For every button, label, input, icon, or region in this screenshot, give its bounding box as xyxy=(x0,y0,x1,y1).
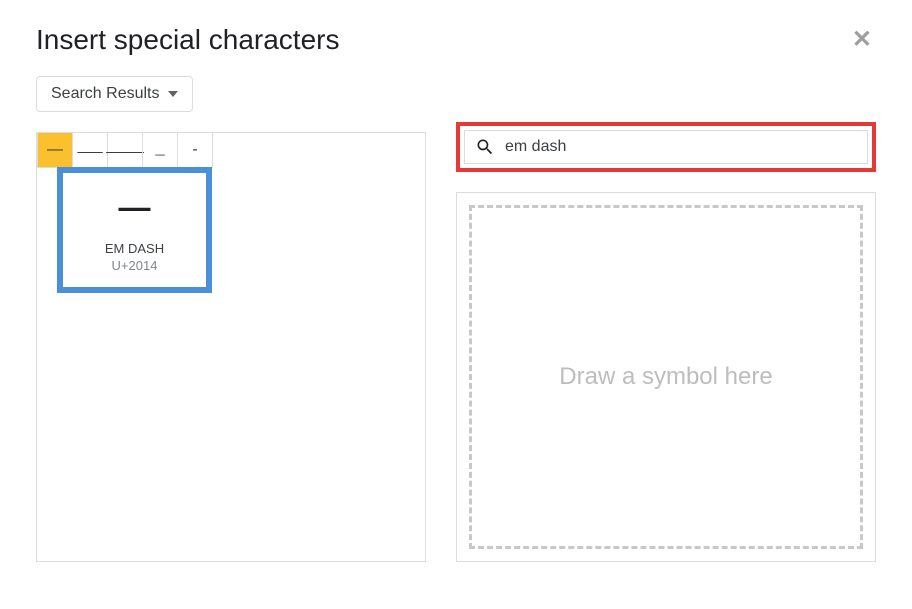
char-cell-hyphen[interactable]: - xyxy=(177,132,213,168)
preview-glyph: — xyxy=(73,191,196,223)
chevron-down-icon xyxy=(168,91,178,97)
char-cell-two-em-dash[interactable]: ⸺ xyxy=(72,132,108,168)
right-panel: Draw a symbol here xyxy=(456,132,876,562)
search-highlight-box xyxy=(456,122,876,172)
dialog-title: Insert special characters xyxy=(36,24,339,56)
results-row: — ⸺ ⸻ ﹘ - xyxy=(37,133,425,168)
draw-panel: Draw a symbol here xyxy=(456,192,876,562)
preview-unicode-code: U+2014 xyxy=(73,258,196,273)
draw-canvas[interactable]: Draw a symbol here xyxy=(469,205,863,549)
char-cell-three-em-dash[interactable]: ⸻ xyxy=(107,132,143,168)
char-cell-em-dash[interactable]: — xyxy=(37,132,73,168)
search-box[interactable] xyxy=(464,130,868,164)
search-input[interactable] xyxy=(505,138,857,156)
results-panel: — ⸺ ⸻ ﹘ - — EM DASH U+2014 xyxy=(36,132,426,562)
insert-special-characters-dialog: Insert special characters ✕ Search Resul… xyxy=(0,0,912,609)
search-icon xyxy=(475,137,495,157)
dropdown-label: Search Results xyxy=(51,85,160,103)
category-dropdown[interactable]: Search Results xyxy=(36,76,193,112)
dialog-header: Insert special characters ✕ xyxy=(36,24,876,76)
character-preview-tooltip: — EM DASH U+2014 xyxy=(57,167,212,293)
draw-placeholder-text: Draw a symbol here xyxy=(559,363,772,391)
close-button[interactable]: ✕ xyxy=(848,24,876,56)
preview-character-name: EM DASH xyxy=(73,241,196,256)
close-icon: ✕ xyxy=(852,26,872,53)
char-cell-small-em-dash[interactable]: ﹘ xyxy=(142,132,178,168)
main-content: — ⸺ ⸻ ﹘ - — EM DASH U+2014 xyxy=(36,132,876,562)
